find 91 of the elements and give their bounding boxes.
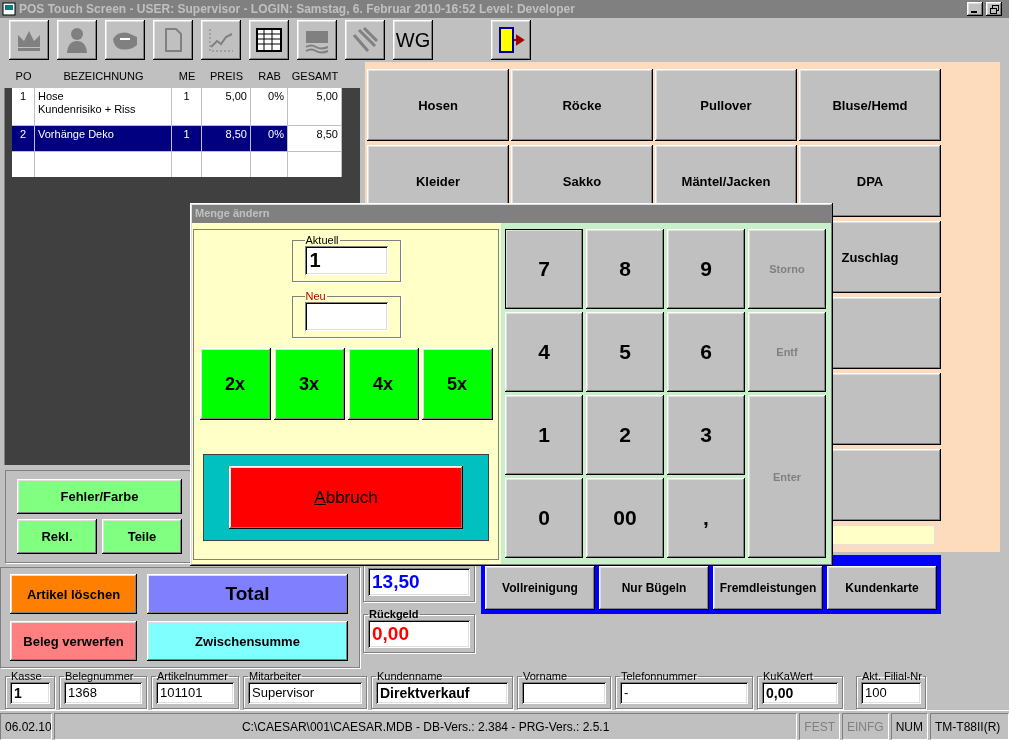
- action-button[interactable]: Zwischensumme: [147, 621, 348, 661]
- category-button[interactable]: Hosen: [367, 69, 509, 141]
- input-field[interactable]: 1368: [64, 682, 142, 704]
- field-label: Kundenname: [376, 670, 444, 682]
- keypad-key[interactable]: 9: [667, 229, 745, 309]
- table-cell: 2: [12, 126, 35, 151]
- table-cell: 1: [12, 88, 35, 125]
- restore-icon: [989, 4, 999, 14]
- input-field[interactable]: Direktverkauf: [376, 682, 508, 704]
- field-label: Vorname: [522, 670, 569, 682]
- table-row[interactable]: 2 Vorhänge Deko 1 8,50 0% 8,50: [12, 126, 342, 152]
- status-printer: TM-T88II(R): [930, 713, 1009, 740]
- dialog-title: Menge ändern: [192, 205, 831, 223]
- field-label: KuKaWert: [762, 670, 814, 682]
- detail-button[interactable]: Teile: [102, 518, 182, 554]
- column-header: ME: [177, 70, 197, 82]
- multiplier-button[interactable]: 4x: [347, 348, 419, 420]
- input-field[interactable]: 0,00: [762, 682, 838, 704]
- multiplier-button[interactable]: 3x: [273, 348, 345, 420]
- input-field[interactable]: 100: [861, 682, 921, 704]
- table-cell: Hose Kundenrisiko + Riss: [35, 88, 172, 125]
- field-label: Aktuell: [304, 234, 340, 246]
- column-header: PO: [14, 70, 33, 82]
- window-title: POS Touch Screen - USER: Supervisor - LOGIN: Samstag, 6. Februar 2010-16:52 Level: Developer: [19, 2, 576, 16]
- keypad-key[interactable]: 1: [505, 395, 583, 475]
- keypad-key[interactable]: 2: [586, 395, 664, 475]
- category-button[interactable]: Bluse/Hemd: [799, 69, 941, 141]
- multiplier-button[interactable]: 2x: [199, 348, 271, 420]
- wg-button[interactable]: WG: [393, 20, 433, 60]
- column-header: GESAMT: [290, 70, 340, 82]
- column-header: BEZEICHNUNG: [62, 70, 145, 82]
- service-button[interactable]: Nur Bügeln: [599, 566, 709, 610]
- status-indicator: EINFG: [842, 713, 889, 740]
- service-button[interactable]: Fremdleistungen: [713, 566, 823, 610]
- input-field[interactable]: -: [620, 682, 748, 704]
- keypad-key[interactable]: 4: [505, 312, 583, 392]
- table-cell: 0%: [251, 88, 288, 125]
- table-cell: 1: [172, 88, 202, 125]
- column-header: RAB: [257, 70, 282, 82]
- keypad-key[interactable]: 7: [505, 229, 583, 309]
- status-path: C:\CAESAR\001\CAESAR.MDB - DB-Vers.: 2.384 - PRG-Vers.: 2.5.1: [54, 713, 798, 740]
- table-row[interactable]: 1 Hose Kundenrisiko + Riss 1 5,00 0% 5,00: [12, 88, 342, 126]
- field-label: Artikelnummer: [156, 670, 229, 682]
- field-label: Mitarbeiter: [248, 670, 302, 682]
- app-icon: [2, 2, 16, 16]
- service-button[interactable]: Kundenkarte: [827, 566, 937, 610]
- category-button[interactable]: DPA: [799, 145, 941, 217]
- input-field[interactable]: 1: [10, 682, 50, 704]
- field-label: Akt. Filial-Nr: [861, 670, 923, 682]
- field-label: Telefonnummer: [620, 670, 698, 682]
- keypad-key[interactable]: 6: [667, 312, 745, 392]
- cancel-button[interactable]: Abbruch: [229, 466, 463, 529]
- multiplier-button[interactable]: 5x: [421, 348, 493, 420]
- table-cell: 0%: [251, 126, 288, 151]
- detail-button[interactable]: Fehler/Farbe: [17, 478, 182, 514]
- table-cell: 8,50: [288, 126, 342, 151]
- table-cell: 5,00: [288, 88, 342, 125]
- keypad-key[interactable]: ,: [667, 478, 745, 558]
- input-field[interactable]: 101101: [156, 682, 234, 704]
- table-cell: Vorhänge Deko: [35, 126, 172, 151]
- status-indicator: FEST: [799, 713, 840, 740]
- column-header: PREIS: [209, 70, 244, 82]
- action-button[interactable]: Artikel löschen: [10, 574, 137, 614]
- field-label: Kasse: [10, 670, 43, 682]
- status-date: 06.02.10: [0, 713, 52, 740]
- input-field[interactable]: Supervisor: [248, 682, 362, 704]
- field-label: Belegnummer: [64, 670, 135, 682]
- category-button[interactable]: Röcke: [511, 69, 653, 141]
- service-button[interactable]: Vollreinigung: [485, 566, 595, 610]
- table-cell: 1: [172, 126, 202, 151]
- amount-field: 13,50: [368, 568, 470, 596]
- action-button[interactable]: Beleg verwerfen: [10, 621, 137, 661]
- field-label: Rückgeld: [368, 608, 420, 620]
- keypad-key[interactable]: 00: [586, 478, 664, 558]
- field-label: Neu: [304, 290, 327, 302]
- minimize-button[interactable]: [967, 2, 983, 16]
- action-button[interactable]: Total: [147, 574, 348, 614]
- table-cell: 8,50: [202, 126, 251, 151]
- status-indicator: NUM: [890, 713, 928, 740]
- current-quantity-field[interactable]: 1: [304, 246, 388, 275]
- change-field: 0,00: [368, 620, 470, 648]
- category-button[interactable]: Pullover: [655, 69, 797, 141]
- new-quantity-field[interactable]: [304, 302, 388, 331]
- keypad-key[interactable]: 5: [586, 312, 664, 392]
- keypad-key[interactable]: 3: [667, 395, 745, 475]
- detail-button[interactable]: Rekl.: [17, 518, 97, 554]
- table-cell: 5,00: [202, 88, 251, 125]
- restore-button[interactable]: [986, 2, 1002, 16]
- keypad-key[interactable]: 8: [586, 229, 664, 309]
- input-field[interactable]: [522, 682, 606, 704]
- keypad-key[interactable]: 0: [505, 478, 583, 558]
